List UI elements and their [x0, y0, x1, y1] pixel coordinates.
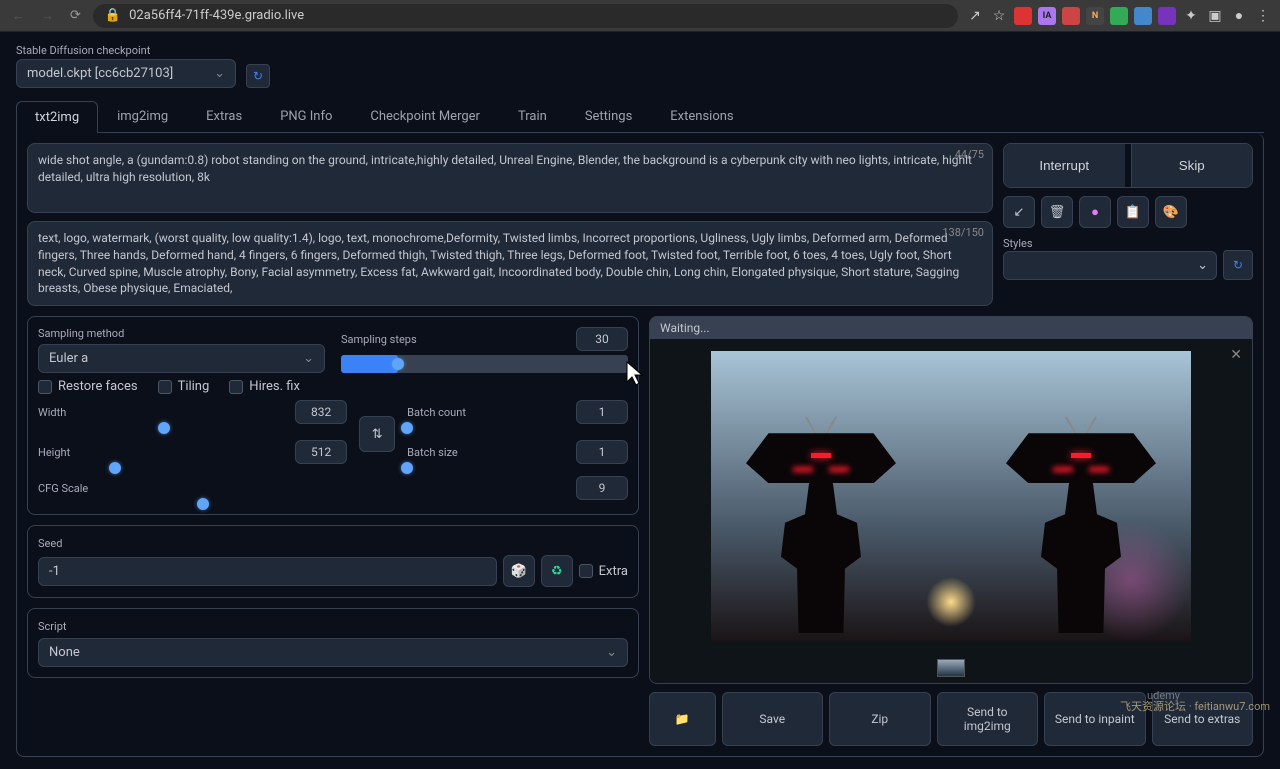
- sampling-method-value: Euler a: [49, 351, 88, 366]
- chevron-down-icon: ⌄: [214, 66, 225, 81]
- close-icon[interactable]: ✕: [1230, 347, 1242, 363]
- tab-checkpoint-merger[interactable]: Checkpoint Merger: [351, 100, 499, 132]
- sidepanel-icon[interactable]: ▣: [1206, 7, 1224, 25]
- hires-fix-checkbox[interactable]: Hires. fix: [229, 379, 300, 394]
- browser-toolbar: ← → ⟳ 🔒 02a56ff4-71ff-439e.gradio.live ↗…: [0, 0, 1280, 32]
- height-value[interactable]: 512: [295, 440, 347, 464]
- paste-button[interactable]: ↙: [1003, 196, 1035, 228]
- tab-pnginfo[interactable]: PNG Info: [261, 100, 351, 132]
- swap-dims-button[interactable]: ⇅: [359, 416, 395, 452]
- extra-networks-button[interactable]: 🎨: [1155, 196, 1187, 228]
- url-bar[interactable]: 🔒 02a56ff4-71ff-439e.gradio.live: [93, 4, 958, 28]
- chevron-down-icon: ⌄: [606, 645, 617, 660]
- sampling-steps-slider[interactable]: [341, 355, 628, 373]
- skip-button[interactable]: Skip: [1131, 144, 1253, 187]
- checkpoint-refresh-button[interactable]: ↻: [246, 64, 270, 88]
- tab-img2img[interactable]: img2img: [98, 100, 187, 132]
- styles-refresh-button[interactable]: ↻: [1223, 250, 1253, 280]
- tab-settings[interactable]: Settings: [566, 100, 651, 132]
- checkpoint-select[interactable]: model.ckpt [cc6cb27103] ⌄: [16, 59, 236, 88]
- lock-icon: 🔒: [105, 8, 121, 23]
- nav-reload-icon[interactable]: ⟳: [66, 4, 85, 27]
- extension-icon[interactable]: [1110, 7, 1128, 25]
- nav-forward-icon[interactable]: →: [37, 4, 58, 28]
- tab-extras[interactable]: Extras: [187, 100, 261, 132]
- styles-select[interactable]: ⌄: [1003, 251, 1217, 280]
- seed-extra-checkbox[interactable]: Extra: [579, 564, 628, 579]
- sampling-method-select[interactable]: Euler a ⌄: [38, 344, 325, 373]
- script-select[interactable]: None ⌄: [38, 638, 628, 667]
- menu-dots-icon[interactable]: ⋮: [1254, 7, 1272, 25]
- prompt-input[interactable]: 44/75 wide shot angle, a (gundam:0.8) ro…: [27, 143, 993, 213]
- checkpoint-value: model.ckpt [cc6cb27103]: [27, 66, 173, 81]
- share-icon[interactable]: ↗: [966, 7, 984, 25]
- restore-faces-checkbox[interactable]: Restore faces: [38, 379, 138, 394]
- script-label: Script: [38, 620, 66, 633]
- extensions-puzzle-icon[interactable]: ✦: [1182, 7, 1200, 25]
- url-text: 02a56ff4-71ff-439e.gradio.live: [129, 8, 304, 23]
- main-tabs: txt2img img2img Extras PNG Info Checkpoi…: [16, 100, 1264, 133]
- send-to-inpaint-button[interactable]: Send to inpaint: [1044, 692, 1146, 746]
- tab-train[interactable]: Train: [499, 100, 566, 132]
- width-value[interactable]: 832: [295, 400, 347, 424]
- open-folder-button[interactable]: 📁: [649, 692, 716, 746]
- batch-count-value[interactable]: 1: [576, 400, 628, 424]
- batch-count-label: Batch count: [407, 406, 466, 419]
- extension-icon[interactable]: [1134, 7, 1152, 25]
- output-status: Waiting...: [650, 317, 1252, 339]
- extension-icon[interactable]: [1158, 7, 1176, 25]
- tab-extensions[interactable]: Extensions: [651, 100, 752, 132]
- save-button[interactable]: Save: [722, 692, 824, 746]
- styles-label: Styles: [1003, 237, 1033, 250]
- generated-image[interactable]: [711, 351, 1191, 641]
- profile-icon[interactable]: ●: [1230, 7, 1248, 25]
- send-to-extras-button[interactable]: Send to extras: [1152, 692, 1254, 746]
- sampling-steps-label: Sampling steps: [341, 333, 417, 346]
- cfg-scale-value[interactable]: 9: [576, 476, 628, 500]
- clear-button[interactable]: 🗑: [1041, 196, 1073, 228]
- interrupt-button[interactable]: Interrupt: [1004, 144, 1125, 187]
- width-label: Width: [38, 406, 66, 419]
- extension-icon[interactable]: IA: [1038, 7, 1056, 25]
- extension-icon[interactable]: N: [1086, 7, 1104, 25]
- batch-size-label: Batch size: [407, 446, 458, 459]
- chevron-down-icon: ⌄: [1197, 258, 1208, 273]
- send-to-img2img-button[interactable]: Send to img2img: [937, 692, 1039, 746]
- tiling-checkbox[interactable]: Tiling: [158, 379, 210, 394]
- browser-actions: ↗ ☆ IA N ✦ ▣ ● ⋮: [966, 7, 1272, 25]
- cfg-scale-label: CFG Scale: [38, 482, 88, 495]
- bookmark-icon[interactable]: ☆: [990, 7, 1008, 25]
- seed-random-button[interactable]: 🎲: [503, 555, 535, 587]
- output-gallery: Waiting... ✕: [649, 316, 1253, 684]
- nav-back-icon[interactable]: ←: [8, 4, 29, 28]
- prompt-text: wide shot angle, a (gundam:0.8) robot st…: [38, 152, 982, 186]
- checkpoint-label: Stable Diffusion checkpoint: [16, 44, 236, 57]
- style-create-button[interactable]: ●: [1079, 196, 1111, 228]
- seed-input[interactable]: -1: [38, 557, 497, 586]
- seed-label: Seed: [38, 537, 62, 550]
- output-thumbnail[interactable]: [937, 659, 965, 677]
- swap-icon: ⇅: [372, 427, 383, 442]
- negative-prompt-input[interactable]: 138/150 text, logo, watermark, (worst qu…: [27, 221, 993, 306]
- tab-txt2img[interactable]: txt2img: [16, 101, 98, 133]
- sampling-steps-value[interactable]: 30: [576, 327, 628, 351]
- prompt-token-count: 44/75: [955, 148, 984, 161]
- seed-reuse-button[interactable]: ♻: [541, 555, 573, 587]
- negative-prompt-text: text, logo, watermark, (worst quality, l…: [38, 230, 982, 297]
- chevron-down-icon: ⌄: [303, 351, 314, 366]
- style-apply-button[interactable]: 📋: [1117, 196, 1149, 228]
- extension-icon[interactable]: [1014, 7, 1032, 25]
- negative-token-count: 138/150: [942, 226, 984, 239]
- batch-size-value[interactable]: 1: [576, 440, 628, 464]
- extension-icon[interactable]: [1062, 7, 1080, 25]
- sampling-method-label: Sampling method: [38, 327, 325, 340]
- height-label: Height: [38, 446, 70, 459]
- zip-button[interactable]: Zip: [829, 692, 931, 746]
